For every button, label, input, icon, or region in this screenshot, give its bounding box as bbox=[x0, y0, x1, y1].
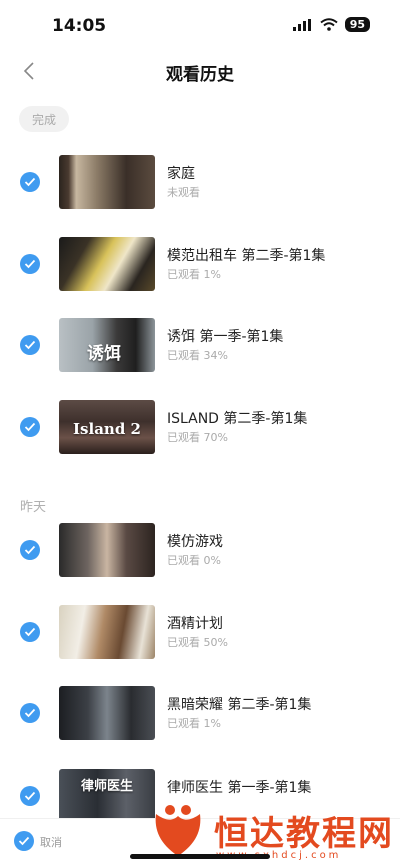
item-checkbox[interactable] bbox=[20, 622, 40, 642]
thumbnail-title: 诱饵 bbox=[87, 344, 121, 364]
item-checkbox[interactable] bbox=[20, 417, 40, 437]
history-item[interactable]: Island 2 ISLAND 第二季-第1集 已观看 70% bbox=[0, 398, 400, 458]
video-thumbnail[interactable]: 律师医生 bbox=[59, 769, 155, 823]
item-title: 律师医生 第一季-第1集 bbox=[167, 780, 312, 796]
status-icons: 95 bbox=[292, 17, 370, 32]
item-checkbox[interactable] bbox=[20, 703, 40, 723]
item-progress: 已观看 70% bbox=[167, 431, 228, 444]
item-title: ISLAND 第二季-第1集 bbox=[167, 411, 308, 427]
item-progress: 已观看 50% bbox=[167, 636, 228, 649]
item-checkbox[interactable] bbox=[20, 172, 40, 192]
status-time: 14:05 bbox=[52, 16, 107, 36]
nav-bar: 观看历史 bbox=[0, 50, 400, 94]
cancel-button[interactable]: 取消 bbox=[40, 834, 62, 850]
section-label-yesterday: 昨天 bbox=[20, 500, 47, 515]
watermark-logo-icon bbox=[155, 805, 201, 856]
checkmark-icon bbox=[24, 259, 36, 269]
thumbnail-title: 律师医生 bbox=[80, 779, 133, 794]
battery-level: 95 bbox=[344, 17, 370, 32]
video-thumbnail[interactable]: Island 2 bbox=[59, 400, 155, 454]
wifi-icon bbox=[320, 18, 338, 31]
checkmark-icon bbox=[24, 422, 36, 432]
home-indicator bbox=[130, 854, 270, 859]
done-button[interactable]: 完成 bbox=[19, 106, 69, 132]
item-title: 诱饵 第一季-第1集 bbox=[167, 329, 284, 345]
item-title: 黑暗荣耀 第二季-第1集 bbox=[167, 697, 312, 713]
item-progress: 已观看 1% bbox=[167, 717, 221, 730]
video-thumbnail[interactable] bbox=[59, 686, 155, 740]
checkmark-icon bbox=[24, 177, 36, 187]
video-thumbnail[interactable] bbox=[59, 155, 155, 209]
watermark-brand: 恒达教程网 bbox=[214, 814, 394, 854]
checkmark-icon bbox=[24, 791, 36, 801]
video-thumbnail[interactable] bbox=[59, 523, 155, 577]
item-checkbox[interactable] bbox=[20, 335, 40, 355]
item-progress: 未观看 bbox=[167, 186, 200, 199]
item-checkbox[interactable] bbox=[20, 786, 40, 806]
item-checkbox[interactable] bbox=[20, 540, 40, 560]
video-thumbnail[interactable]: 诱饵 bbox=[59, 318, 155, 372]
signal-icon bbox=[292, 18, 311, 31]
select-all-checkbox[interactable] bbox=[14, 831, 34, 851]
history-item[interactable]: 诱饵 诱饵 第一季-第1集 已观看 34% bbox=[0, 316, 400, 376]
history-item[interactable]: 模仿游戏 已观看 0% bbox=[0, 521, 400, 581]
item-title: 模仿游戏 bbox=[167, 534, 223, 550]
item-title: 酒精计划 bbox=[167, 616, 223, 632]
history-item[interactable]: 黑暗荣耀 第二季-第1集 已观看 1% bbox=[0, 684, 400, 744]
page-title: 观看历史 bbox=[166, 65, 234, 85]
history-item[interactable]: 酒精计划 已观看 50% bbox=[0, 603, 400, 663]
item-progress: 已观看 0% bbox=[167, 554, 221, 567]
history-item[interactable]: 模范出租车 第二季-第1集 已观看 1% bbox=[0, 235, 400, 295]
item-checkbox[interactable] bbox=[20, 254, 40, 274]
item-progress: 已观看 34% bbox=[167, 349, 228, 362]
checkmark-icon bbox=[24, 708, 36, 718]
history-item[interactable]: 家庭 未观看 bbox=[0, 153, 400, 213]
item-title: 模范出租车 第二季-第1集 bbox=[167, 248, 326, 264]
item-progress: 已观看 1% bbox=[167, 268, 221, 281]
thumbnail-title: Island 2 bbox=[73, 420, 141, 438]
checkmark-icon bbox=[24, 340, 36, 350]
checkmark-icon bbox=[24, 545, 36, 555]
checkmark-icon bbox=[24, 627, 36, 637]
video-thumbnail[interactable] bbox=[59, 237, 155, 291]
video-thumbnail[interactable] bbox=[59, 605, 155, 659]
checkmark-icon bbox=[18, 836, 30, 846]
item-title: 家庭 bbox=[167, 166, 195, 182]
status-bar: 14:05 95 bbox=[0, 0, 400, 50]
